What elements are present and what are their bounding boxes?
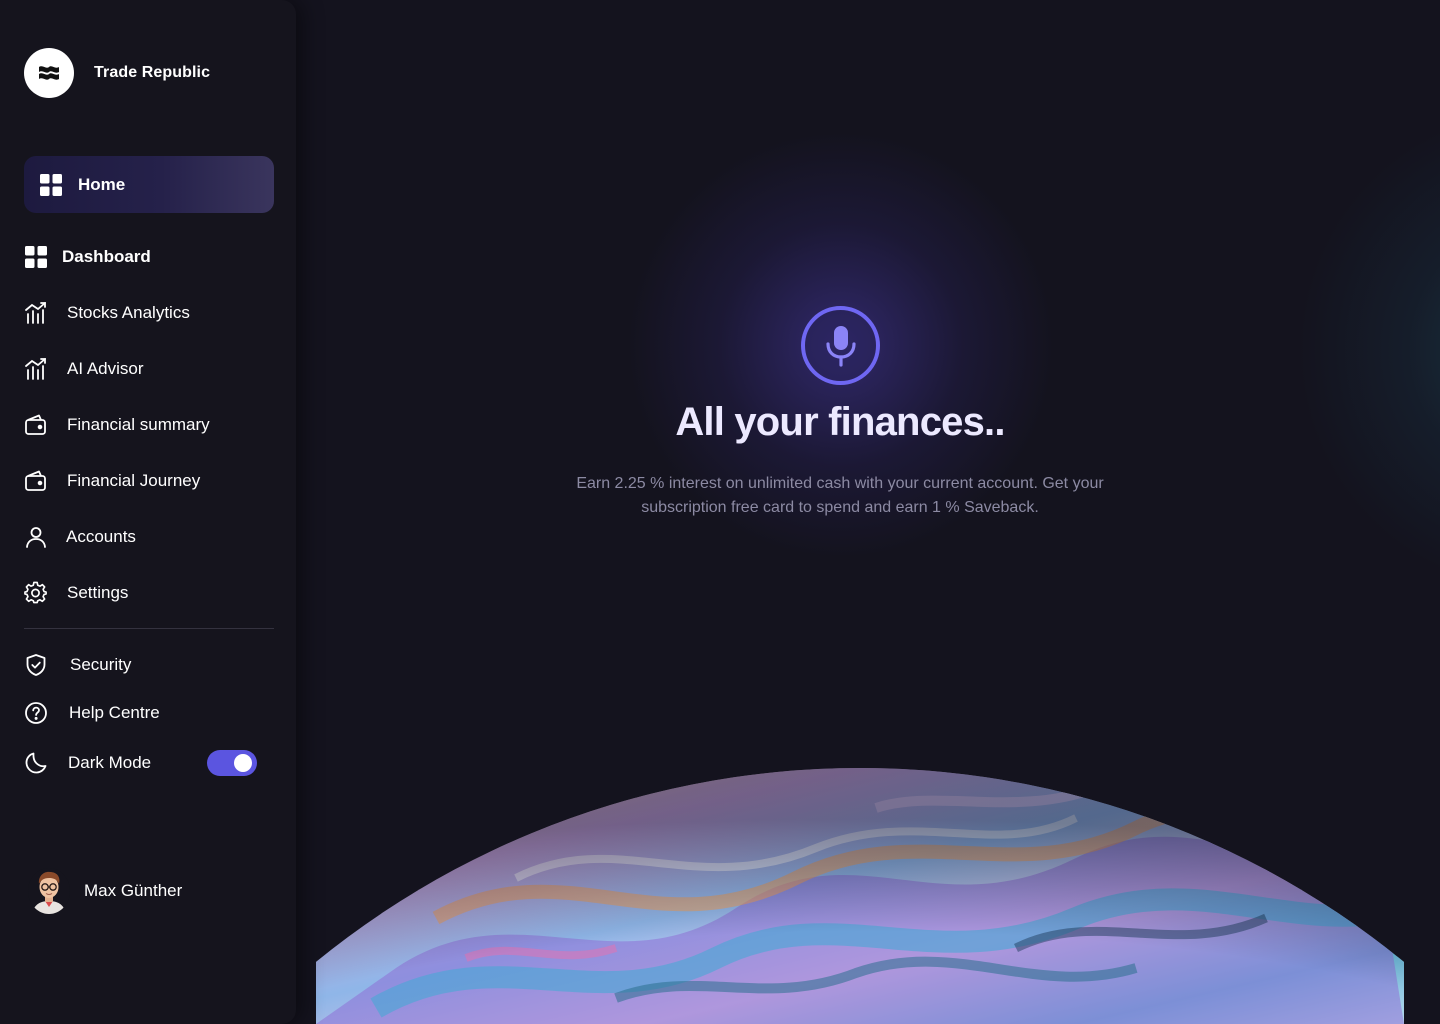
chart-icon bbox=[24, 357, 48, 381]
sidebar-item-accounts[interactable]: Accounts bbox=[24, 523, 136, 551]
sidebar-item-financial-summary[interactable]: Financial summary bbox=[24, 411, 210, 439]
grid-icon bbox=[24, 245, 48, 269]
sidebar-item-label: Security bbox=[70, 655, 132, 674]
user-profile[interactable]: Max Günther bbox=[28, 868, 182, 914]
sidebar-item-label: Accounts bbox=[66, 527, 136, 546]
hero-title: All your finances.. bbox=[675, 400, 1005, 444]
sidebar-item-security[interactable]: Security bbox=[24, 651, 131, 679]
hero-subtitle: Earn 2.25 % interest on unlimited cash w… bbox=[576, 475, 1104, 516]
toggle-knob bbox=[234, 754, 252, 772]
teal-glow bbox=[1246, 120, 1440, 580]
sidebar-item-stocks-analytics[interactable]: Stocks Analytics bbox=[24, 299, 190, 327]
soap-bubble-illustration bbox=[316, 768, 1404, 1024]
microphone-icon bbox=[824, 325, 858, 367]
sidebar-divider bbox=[24, 628, 274, 629]
dark-mode-toggle[interactable] bbox=[207, 750, 257, 776]
user-name: Max Günther bbox=[84, 881, 183, 900]
sidebar-item-label: Stocks Analytics bbox=[67, 303, 190, 322]
sidebar-item-label: Financial summary bbox=[67, 415, 210, 434]
grid-icon bbox=[40, 173, 62, 196]
wave-flag-icon bbox=[24, 48, 74, 98]
sidebar-item-dark-mode: Dark Mode bbox=[24, 749, 151, 777]
sidebar-item-label: Dark Mode bbox=[68, 753, 152, 772]
avatar bbox=[28, 868, 70, 914]
sidebar: Trade Republic Home Dashboard Stocks Ana… bbox=[0, 0, 296, 1024]
sidebar-item-label: AI Advisor bbox=[67, 359, 144, 378]
sidebar-item-label: Help Centre bbox=[69, 703, 160, 722]
sidebar-item-help-centre[interactable]: Help Centre bbox=[24, 699, 160, 727]
brand-name: Trade Republic bbox=[94, 64, 211, 81]
sidebar-item-ai-advisor[interactable]: AI Advisor bbox=[24, 355, 144, 383]
help-icon bbox=[24, 701, 48, 725]
sidebar-item-label: Dashboard bbox=[62, 247, 151, 266]
brand[interactable]: Trade Republic bbox=[24, 48, 210, 98]
sidebar-item-label: Settings bbox=[67, 583, 129, 602]
sidebar-item-financial-journey[interactable]: Financial Journey bbox=[24, 467, 200, 495]
user-icon bbox=[24, 525, 48, 549]
sidebar-item-label: Home bbox=[78, 174, 126, 194]
sidebar-item-dashboard[interactable]: Dashboard bbox=[24, 243, 151, 271]
chart-icon bbox=[24, 301, 48, 325]
sidebar-item-home[interactable]: Home bbox=[24, 156, 274, 213]
sidebar-item-settings[interactable]: Settings bbox=[24, 579, 128, 607]
moon-icon bbox=[24, 751, 48, 775]
shield-icon bbox=[24, 653, 48, 677]
gear-icon bbox=[24, 581, 48, 605]
microphone-button[interactable] bbox=[801, 306, 880, 385]
app-root: Trade Republic Home Dashboard Stocks Ana… bbox=[0, 0, 1440, 1024]
main-content: All your finances.. Earn 2.25 % interest… bbox=[296, 0, 1440, 1024]
wallet-icon bbox=[24, 469, 48, 493]
wallet-icon bbox=[24, 413, 48, 437]
sidebar-item-label: Financial Journey bbox=[67, 471, 201, 490]
